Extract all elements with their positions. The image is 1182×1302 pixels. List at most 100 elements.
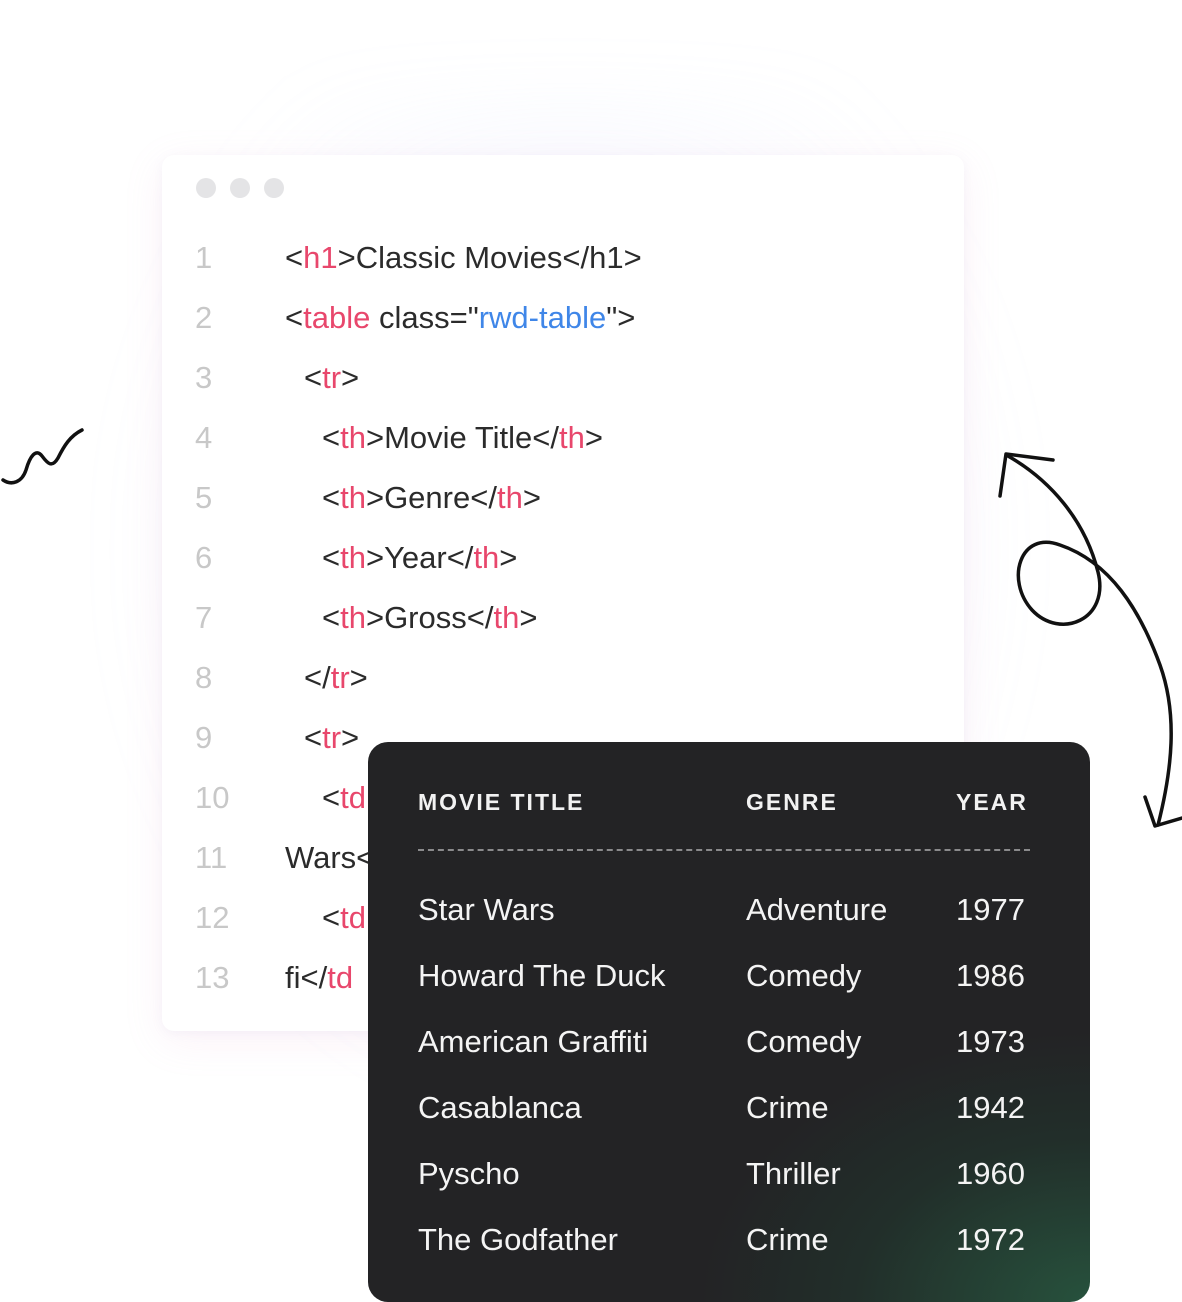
tag-name: th xyxy=(340,420,366,455)
table-row: Pyscho Thriller 1960 xyxy=(368,1156,1090,1196)
code-text: <td xyxy=(322,778,366,818)
cell-year: 1960 xyxy=(956,1156,1025,1191)
code-text: <td xyxy=(322,898,366,938)
tag-name: th xyxy=(493,600,520,635)
code-line: 5 <th>Genre</th> xyxy=(162,478,964,518)
tag-name: th xyxy=(340,480,366,515)
code-token: < xyxy=(322,900,341,935)
line-number: 13 xyxy=(195,960,230,995)
code-line: 8 </tr> xyxy=(162,658,964,698)
tag-name: tr xyxy=(322,360,342,395)
cell-genre: Crime xyxy=(746,1222,829,1257)
cell-title: Howard The Duck xyxy=(418,958,666,993)
code-token: fi</ xyxy=(285,960,328,995)
cell-genre: Comedy xyxy=(746,958,862,993)
line-number: 6 xyxy=(195,540,213,575)
table-row: Howard The Duck Comedy 1986 xyxy=(368,958,1090,998)
code-token: < xyxy=(304,360,323,395)
code-line: 1 <h1>Classic Movies</h1> xyxy=(162,238,964,278)
code-token: < xyxy=(285,240,304,275)
code-line: 7 <th>Gross</th> xyxy=(162,598,964,638)
cell-year: 1986 xyxy=(956,958,1025,993)
table-row: Star Wars Adventure 1977 xyxy=(368,892,1090,932)
line-number: 3 xyxy=(195,360,213,395)
code-token: "> xyxy=(606,300,636,335)
code-text: fi</td xyxy=(285,958,353,998)
code-text: <th>Movie Title</th> xyxy=(322,418,603,458)
line-number: 11 xyxy=(195,840,228,875)
code-line: 3 <tr> xyxy=(162,358,964,398)
header-year: YEAR xyxy=(956,789,1028,815)
code-token: >Gross</ xyxy=(365,600,494,635)
code-token: >Classic Movies</h1> xyxy=(337,240,642,275)
code-token: < xyxy=(322,780,341,815)
code-token: < xyxy=(322,480,341,515)
line-number: 8 xyxy=(195,660,213,695)
line-number: 7 xyxy=(195,600,213,635)
window-controls xyxy=(196,178,284,198)
code-token: > xyxy=(341,360,360,395)
cell-title: Pyscho xyxy=(418,1156,520,1191)
header-movie-title: MOVIE TITLE xyxy=(418,789,585,815)
code-token: >Genre</ xyxy=(365,480,497,515)
code-text: <tr> xyxy=(304,718,359,758)
code-line: 4 <th>Movie Title</th> xyxy=(162,418,964,458)
line-number: 4 xyxy=(195,420,213,455)
code-text: <th>Year</th> xyxy=(322,538,517,578)
table-row: Casablanca Crime 1942 xyxy=(368,1090,1090,1130)
code-token: >Movie Title</ xyxy=(365,420,559,455)
cell-genre: Adventure xyxy=(746,892,888,927)
code-line: 6 <th>Year</th> xyxy=(162,538,964,578)
cell-title: The Godfather xyxy=(418,1222,618,1257)
code-token: < xyxy=(322,420,341,455)
cell-genre: Comedy xyxy=(746,1024,862,1059)
cell-title: Casablanca xyxy=(418,1090,582,1125)
code-text: <th>Genre</th> xyxy=(322,478,541,518)
code-text: Wars< xyxy=(285,838,374,878)
tag-name: td xyxy=(327,960,354,995)
tag-name: th xyxy=(340,600,366,635)
tag-name: td xyxy=(340,780,366,815)
code-token: < xyxy=(322,600,341,635)
cell-title: Star Wars xyxy=(418,892,555,927)
squiggle-icon xyxy=(1,428,84,485)
tag-name: th xyxy=(473,540,500,575)
code-token: Wars< xyxy=(285,840,375,875)
movies-table-card: MOVIE TITLE GENRE YEAR Star Wars Adventu… xyxy=(368,742,1090,1302)
line-number: 1 xyxy=(195,240,213,275)
window-dot-icon xyxy=(196,178,216,198)
line-number: 9 xyxy=(195,720,213,755)
code-text: <tr> xyxy=(304,358,359,398)
tag-name: tr xyxy=(330,660,350,695)
code-token: </ xyxy=(304,660,331,695)
line-number: 5 xyxy=(195,480,213,515)
code-token: < xyxy=(285,300,304,335)
tag-name: h1 xyxy=(303,240,338,275)
header-divider xyxy=(418,849,1030,851)
attr-value: rwd-table xyxy=(478,300,607,335)
code-token: > xyxy=(349,660,368,695)
cell-year: 1942 xyxy=(956,1090,1025,1125)
cell-year: 1977 xyxy=(956,892,1025,927)
cell-title: American Graffiti xyxy=(418,1024,649,1059)
tag-name: table xyxy=(303,300,371,335)
code-token: > xyxy=(519,600,538,635)
cell-genre: Thriller xyxy=(746,1156,841,1191)
header-genre: GENRE xyxy=(746,789,838,815)
table-row: The Godfather Crime 1972 xyxy=(368,1222,1090,1262)
cell-year: 1972 xyxy=(956,1222,1025,1257)
window-dot-icon xyxy=(264,178,284,198)
window-dot-icon xyxy=(230,178,250,198)
code-token: class=" xyxy=(370,300,479,335)
line-number: 10 xyxy=(195,780,230,815)
code-text: <table class="rwd-table"> xyxy=(285,298,635,338)
code-token: > xyxy=(522,480,541,515)
code-token: > xyxy=(584,420,603,455)
code-token: > xyxy=(341,720,360,755)
tag-name: tr xyxy=(322,720,342,755)
line-number: 2 xyxy=(195,300,213,335)
code-token: < xyxy=(304,720,323,755)
code-text: <th>Gross</th> xyxy=(322,598,537,638)
tag-name: th xyxy=(340,540,366,575)
code-token: >Year</ xyxy=(365,540,474,575)
